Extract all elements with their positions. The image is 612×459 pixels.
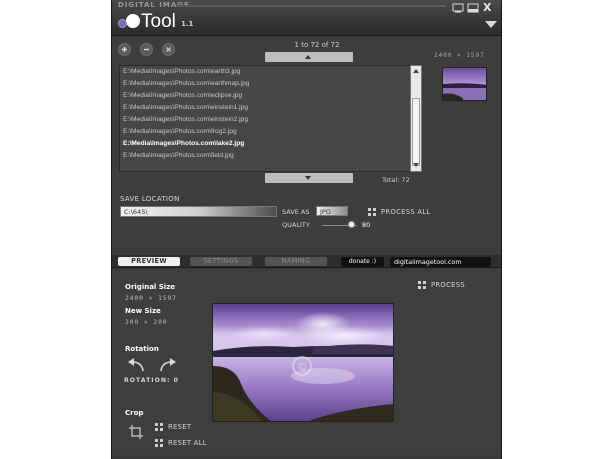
rotation-value: ROTATION: 0 (124, 377, 179, 384)
restore-icon[interactable] (467, 3, 479, 13)
format-select[interactable]: JPG (316, 206, 348, 216)
donate-link[interactable]: donate :) (341, 257, 384, 267)
logo-icon (126, 14, 140, 28)
process-icon[interactable] (418, 281, 426, 289)
add-file-button[interactable] (118, 43, 131, 56)
clear-list-button[interactable] (162, 43, 175, 56)
original-size-label: Original Size (125, 283, 176, 291)
reset-all-button[interactable]: RESET ALL (168, 439, 207, 447)
title-bar[interactable]: DIGITAL IMAGE Tool 1.1 X (112, 0, 501, 36)
rotation-label: Rotation (125, 345, 159, 353)
process-button[interactable]: PROCESS (431, 281, 465, 289)
quality-value: 80 (362, 221, 371, 229)
process-all-button[interactable]: PROCESS ALL (381, 208, 431, 216)
scroll-up-icon[interactable] (413, 69, 419, 73)
list-item[interactable]: E:\Media\Images\Photos.com\eclipse.jpg (123, 92, 242, 99)
scroll-thumb[interactable] (412, 98, 420, 166)
save-location-input[interactable]: C:\645\ (120, 206, 277, 217)
preview-image[interactable]: © (212, 303, 394, 422)
list-item[interactable]: E:\Media\Images\Photos.com\einstein1.jpg (123, 104, 248, 111)
scroll-down-button[interactable] (265, 173, 353, 183)
list-item[interactable]: E:\Media\Images\Photos.com\field.jpg (123, 152, 234, 159)
new-size-label: New Size (125, 307, 161, 315)
reset-all-icon[interactable] (155, 439, 163, 447)
image-dimensions: 2400 × 1597 (434, 52, 485, 59)
remove-file-button[interactable] (140, 43, 153, 56)
close-icon[interactable]: X (483, 1, 495, 14)
tab-bar: PREVIEW SETTINGS NAMING donate :) digita… (112, 255, 501, 268)
title-divider (176, 5, 446, 7)
save-location-label: SAVE LOCATION (120, 195, 180, 203)
rotate-right-icon[interactable] (158, 357, 178, 373)
list-item[interactable]: E:\Media\Images\Photos.com\einstein2.jpg (123, 116, 248, 123)
website-link[interactable]: digitalimagetool.com (390, 257, 491, 267)
file-list[interactable]: E:\Media\Images\Photos.com\earth3.jpg E:… (119, 65, 414, 172)
save-as-label: SAVE AS (282, 208, 310, 216)
thumbnail-image[interactable] (442, 67, 487, 101)
watermark-glyph: © (297, 360, 308, 373)
reset-button[interactable]: RESET (168, 423, 191, 431)
original-size-value: 2400 × 1597 (125, 295, 177, 302)
scroll-up-button[interactable] (265, 52, 353, 62)
scroll-down-icon[interactable] (413, 163, 419, 167)
list-item[interactable]: E:\Media\Images\Photos.com\frog2.jpg (123, 128, 237, 135)
file-total: Total: 72 (382, 176, 410, 184)
app-title: Tool (141, 11, 176, 32)
remove-icon (144, 48, 149, 51)
list-item[interactable]: E:\Media\Images\Photos.com\earth3.jpg (123, 68, 240, 75)
rotate-left-icon[interactable] (126, 357, 146, 373)
preview-panel: Original Size 2400 × 1597 New Size 300 ×… (112, 269, 501, 455)
tab-settings[interactable]: SETTINGS (190, 257, 252, 266)
crop-icon[interactable] (128, 424, 144, 440)
crop-label: Crop (125, 409, 144, 417)
process-all-icon[interactable] (368, 208, 376, 216)
file-panel: 1 to 72 of 72 2400 × 1597 E:\Media\Image… (112, 37, 501, 267)
new-size-value: 300 × 200 (125, 319, 168, 326)
list-scrollbar[interactable] (410, 65, 422, 172)
menu-dropdown-icon[interactable] (485, 21, 497, 28)
list-item-selected[interactable]: E:\Media\Images\Photos.com\lake2.jpg (123, 140, 244, 147)
quality-label: QUALITY (282, 221, 310, 229)
app-version: 1.1 (181, 20, 194, 28)
tab-preview[interactable]: PREVIEW (118, 257, 180, 266)
tab-naming[interactable]: NAMING (265, 257, 327, 266)
logo-dot-icon (118, 19, 127, 28)
list-item[interactable]: E:\Media\Images\Photos.com\earthmap.jpg (123, 80, 249, 87)
add-icon (122, 47, 127, 52)
reset-icon[interactable] (155, 423, 163, 431)
app-window: DIGITAL IMAGE Tool 1.1 X 1 to 72 of 72 2… (111, 0, 502, 459)
quality-slider-handle[interactable] (348, 221, 355, 228)
minimize-icon[interactable] (452, 3, 464, 13)
file-counter: 1 to 72 of 72 (294, 41, 340, 49)
arrow-up-icon (305, 55, 311, 59)
arrow-down-icon (305, 176, 311, 180)
clear-icon (166, 47, 171, 52)
